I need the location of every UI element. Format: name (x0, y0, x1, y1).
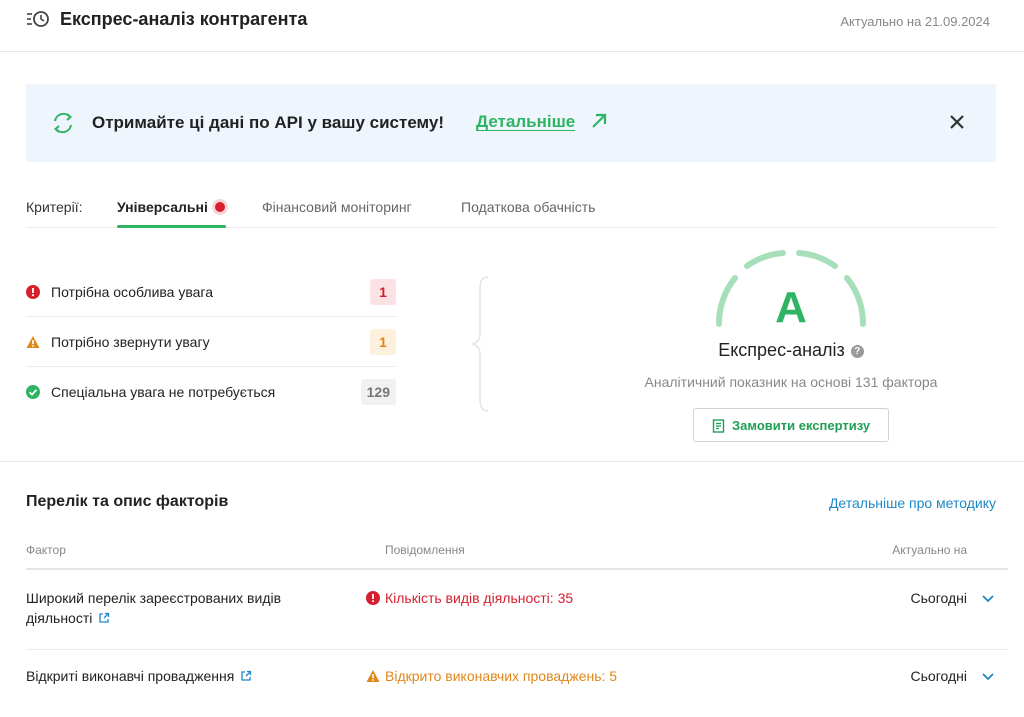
tab-tax-diligence[interactable]: Податкова обачність (461, 199, 595, 215)
criterion-label: Потрібна особлива увага (51, 284, 213, 300)
table-row-factor: Широкий перелік зареєстрованих видів дія… (26, 588, 281, 628)
criterion-label: Потрібно звернути увагу (51, 334, 210, 350)
grade-gauge: A (715, 250, 867, 332)
error-icon (366, 591, 380, 605)
banner-details-link[interactable]: Детальніше (476, 112, 575, 132)
warning-icon (26, 336, 40, 348)
analysis-title: Експрес-аналіз? (594, 340, 988, 361)
active-tab-indicator (117, 225, 226, 228)
criterion-pay-attention[interactable]: Потрібно звернути увагу 1 (26, 317, 396, 367)
analysis-title-text: Експрес-аналіз (718, 340, 845, 360)
count-badge: 1 (370, 329, 396, 355)
table-row-factor: Відкриті виконавчі провадження (26, 666, 252, 686)
error-icon (26, 285, 40, 299)
table-row-message: Кількість видів діяльності: 35 (366, 588, 573, 608)
criterion-special-attention[interactable]: Потрібна особлива увага 1 (26, 267, 396, 317)
row-divider (26, 649, 1008, 650)
close-icon[interactable] (948, 113, 966, 131)
message-text: Відкрито виконавчих проваджень: 5 (385, 668, 618, 684)
external-link-icon[interactable] (240, 670, 252, 682)
table-row-message: Відкрито виконавчих проваджень: 5 (366, 666, 617, 686)
grade-letter: A (775, 283, 807, 332)
api-banner: Отримайте ці дані по API у вашу систему!… (26, 84, 996, 162)
table-header-line (26, 568, 1008, 570)
column-header-factor: Фактор (26, 543, 66, 557)
criteria-tabs: Критерії: Універсальні Фінансовий моніто… (26, 186, 996, 228)
check-icon (26, 385, 40, 399)
banner-text: Отримайте ці дані по API у вашу систему! (92, 113, 445, 132)
count-badge: 1 (370, 279, 396, 305)
table-row-status: Сьогодні (910, 668, 967, 684)
chevron-down-icon[interactable] (981, 672, 995, 682)
factor-name: Широкий перелік зареєстрованих видів (26, 590, 282, 606)
factor-name-cont: діяльності (26, 610, 93, 626)
help-icon[interactable]: ? (850, 345, 864, 358)
factors-title: Перелік та опис факторів (26, 493, 229, 510)
external-link-icon[interactable] (98, 612, 110, 624)
count-badge: 129 (360, 379, 396, 405)
alert-dot (215, 202, 225, 212)
order-expertise-button[interactable]: Замовити експертизу (693, 408, 889, 442)
warning-icon (366, 670, 380, 682)
history-icon (27, 11, 49, 27)
criterion-label: Спеціальна увага не потребується (51, 384, 276, 400)
criterion-no-attention[interactable]: Спеціальна увага не потребується 129 (26, 367, 396, 417)
arrow-up-right-icon[interactable] (590, 112, 608, 130)
criteria-label: Критерії: (26, 199, 83, 215)
page-title: Експрес-аналіз контрагента (60, 9, 308, 29)
analysis-subtitle: Аналітичний показник на основі 131 факто… (644, 374, 938, 390)
tab-financial-monitoring[interactable]: Фінансовий моніторинг (262, 199, 412, 215)
message-text: Кількість видів діяльності: 35 (385, 590, 574, 606)
factor-name: Відкриті виконавчі провадження (26, 668, 235, 684)
page-header: Експрес-аналіз контрагента Актуально на … (0, 0, 1024, 52)
chevron-down-icon[interactable] (981, 594, 995, 604)
document-icon (712, 419, 725, 433)
section-divider (0, 461, 1024, 462)
actuality-date: Актуально на 21.09.2024 (840, 14, 990, 29)
tab-universal[interactable]: Універсальні (117, 199, 208, 215)
column-header-actual: Актуально на (892, 543, 967, 557)
brace-divider (471, 276, 489, 412)
column-header-message: Повідомлення (385, 543, 465, 557)
sync-icon (53, 112, 73, 134)
methodology-link[interactable]: Детальніше про методику (829, 495, 996, 511)
table-row-status: Сьогодні (910, 590, 967, 606)
order-expertise-label: Замовити експертизу (732, 418, 871, 433)
